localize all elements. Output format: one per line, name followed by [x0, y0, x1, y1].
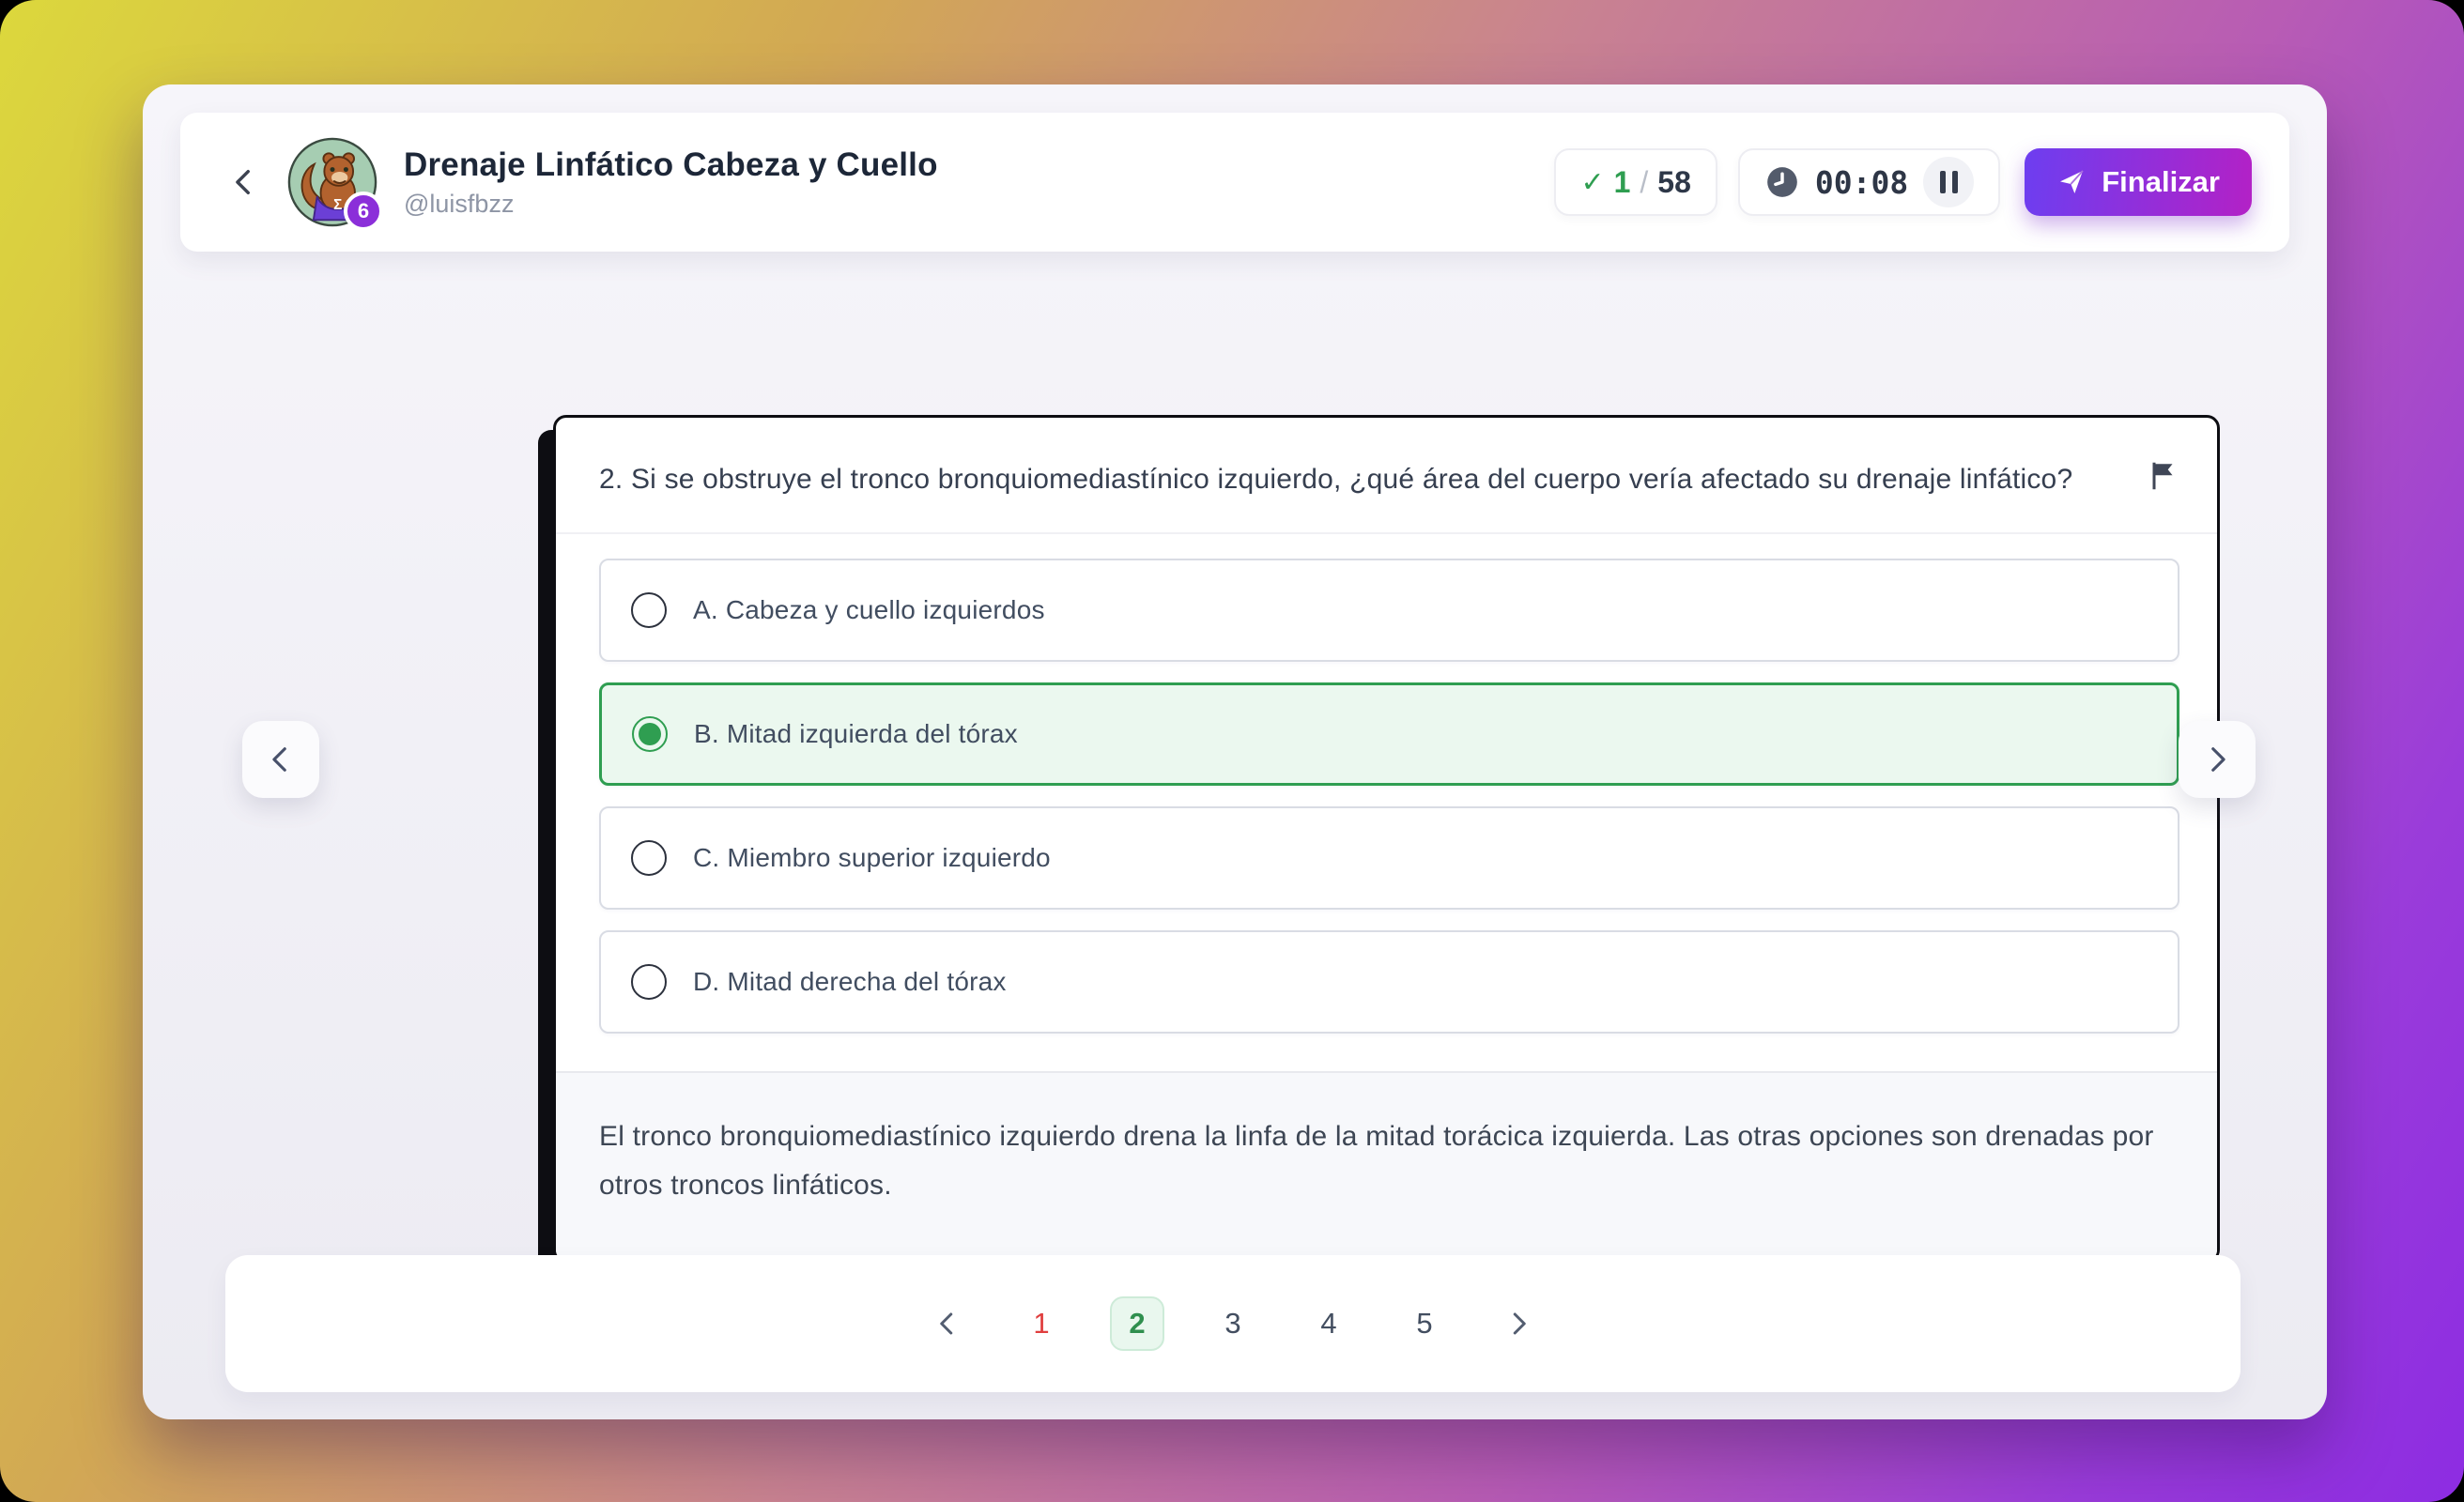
quiz-author-handle: @luisfbzz	[404, 190, 938, 219]
radio-icon[interactable]	[631, 840, 667, 876]
radio-selected-icon[interactable]	[632, 716, 668, 752]
page-1-button[interactable]: 1	[1014, 1296, 1069, 1351]
clock-icon	[1764, 164, 1800, 200]
explanation-text: El tronco bronquiomediastínico izquierdo…	[556, 1071, 2217, 1260]
question-card: 2. Si se obstruye el tronco bronquiomedi…	[553, 415, 2220, 1263]
chevron-left-icon	[933, 1310, 962, 1338]
page-2-button[interactable]: 2	[1110, 1296, 1164, 1351]
timer-value: 00:08	[1815, 164, 1908, 201]
finish-button-label: Finalizar	[2102, 165, 2220, 199]
top-bar: Σ 6 Drenaje Linfático Cabeza y Cuello @l…	[180, 113, 2289, 252]
next-question-button[interactable]	[2179, 721, 2256, 798]
options-list: A. Cabeza y cuello izquierdos B. Mitad i…	[556, 532, 2217, 1071]
option-d[interactable]: D. Mitad derecha del tórax	[599, 930, 2179, 1034]
quiz-title: Drenaje Linfático Cabeza y Cuello	[404, 146, 938, 184]
chevron-left-icon	[265, 743, 297, 775]
option-c[interactable]: C. Miembro superior izquierdo	[599, 806, 2179, 910]
avatar: Σ 6	[287, 137, 377, 227]
progress-current: 1	[1614, 165, 1631, 200]
option-a-label: A. Cabeza y cuello izquierdos	[693, 595, 1045, 625]
app-background: Σ 6 Drenaje Linfático Cabeza y Cuello @l…	[0, 0, 2464, 1502]
send-icon	[2056, 167, 2087, 197]
title-block: Drenaje Linfático Cabeza y Cuello @luisf…	[404, 146, 938, 219]
option-c-label: C. Miembro superior izquierdo	[693, 843, 1051, 873]
option-d-label: D. Mitad derecha del tórax	[693, 967, 1007, 997]
pagination-bar: 1 2 3 4 5	[225, 1255, 2241, 1392]
option-b[interactable]: B. Mitad izquierda del tórax	[599, 682, 2179, 786]
page-4-button[interactable]: 4	[1301, 1296, 1356, 1351]
chevron-left-icon	[228, 166, 260, 198]
back-button[interactable]	[218, 156, 270, 208]
main-app-card: Σ 6 Drenaje Linfático Cabeza y Cuello @l…	[143, 84, 2327, 1419]
avatar-shirt-symbol: Σ	[333, 197, 342, 213]
progress-total: 58	[1657, 165, 1691, 200]
check-icon: ✓	[1580, 166, 1604, 199]
pause-button[interactable]	[1923, 157, 1974, 207]
radio-icon[interactable]	[631, 592, 667, 628]
page-5-button[interactable]: 5	[1397, 1296, 1452, 1351]
page-3-button[interactable]: 3	[1206, 1296, 1260, 1351]
level-badge: 6	[344, 192, 383, 231]
flag-question-button[interactable]	[2146, 459, 2179, 493]
finish-button[interactable]: Finalizar	[2025, 148, 2252, 216]
previous-question-button[interactable]	[242, 721, 319, 798]
flag-icon	[2146, 459, 2179, 493]
progress-separator: /	[1640, 165, 1648, 200]
chevron-right-icon	[1504, 1310, 1532, 1338]
pagination-next-button[interactable]	[1493, 1298, 1544, 1349]
chevron-right-icon	[2201, 743, 2233, 775]
radio-icon[interactable]	[631, 964, 667, 1000]
option-b-label: B. Mitad izquierda del tórax	[694, 719, 1018, 749]
option-a[interactable]: A. Cabeza y cuello izquierdos	[599, 559, 2179, 662]
timer: 00:08	[1738, 148, 2000, 216]
question-text: 2. Si se obstruye el tronco bronquiomedi…	[599, 455, 2073, 504]
pagination-prev-button[interactable]	[922, 1298, 973, 1349]
progress-counter: ✓ 1 / 58	[1554, 148, 1717, 216]
